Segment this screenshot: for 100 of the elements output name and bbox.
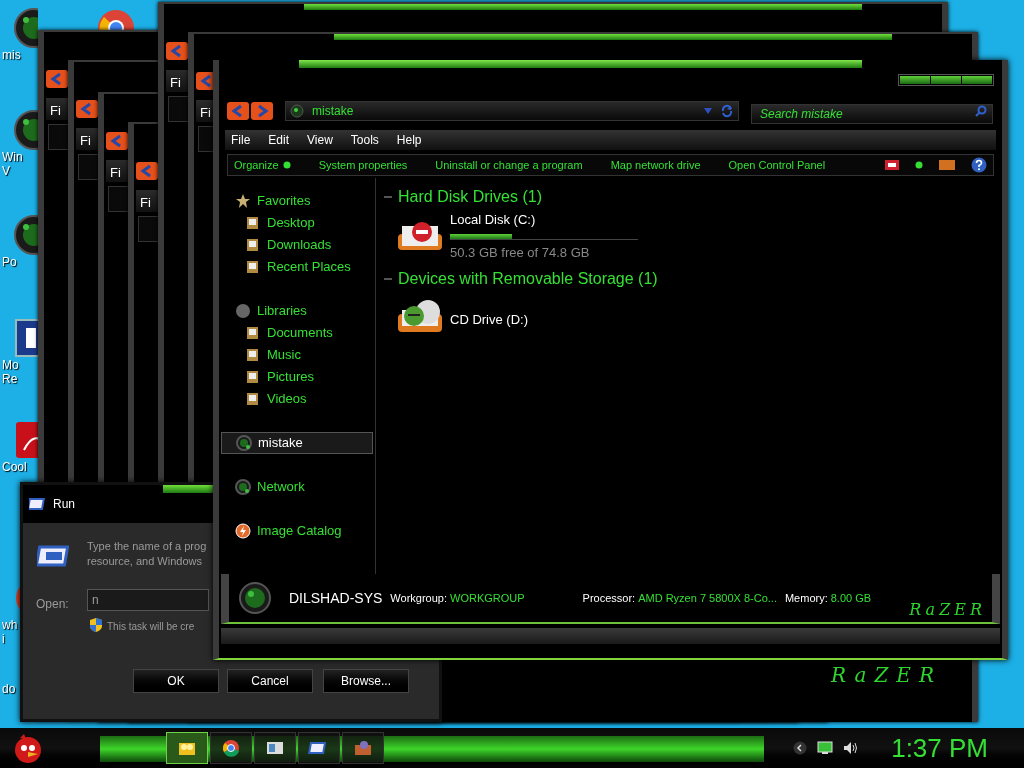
search-field[interactable]: Search mistake <box>751 104 993 124</box>
instruction-text: resource, and Windows <box>87 554 203 569</box>
taskbar-button[interactable] <box>166 732 208 764</box>
sidebar-label: Videos <box>267 390 307 409</box>
sidebar-item[interactable]: Favorites <box>219 190 375 212</box>
search-icon <box>975 105 987 117</box>
free-space-text: 50.3 GB free of 74.8 GB <box>450 243 591 262</box>
group-heading: Devices with Removable Storage (1) <box>398 269 658 289</box>
app-icon <box>220 737 242 759</box>
sidebar-label: Documents <box>267 324 333 343</box>
sidebar-item-icon <box>235 303 251 319</box>
sidebar-label: Downloads <box>267 236 332 255</box>
field-value: 8.00 GB <box>830 590 872 606</box>
menu-item[interactable]: Fi <box>170 75 181 90</box>
toolbar-button[interactable]: System properties <box>318 156 408 174</box>
minimize-button[interactable] <box>900 76 930 84</box>
help-icon <box>971 157 987 173</box>
menu-item[interactable]: Help <box>396 131 422 149</box>
folder-icon <box>245 347 261 363</box>
sidebar-label: Favorites <box>257 192 311 211</box>
toolbar-button[interactable]: Open Control Panel <box>728 156 826 174</box>
sidebar-label: mistake <box>258 434 303 453</box>
menu-item[interactable]: Fi <box>110 165 121 180</box>
folder-icon <box>245 237 261 253</box>
sidebar-item[interactable]: Libraries <box>219 300 375 322</box>
sidebar-item[interactable]: mistake <box>221 432 373 454</box>
sidebar-item-icon <box>236 435 252 451</box>
menu-item[interactable]: Fi <box>200 105 211 120</box>
drive-item[interactable]: CD Drive (D:) <box>384 290 1002 350</box>
taskbar-button[interactable] <box>210 732 252 764</box>
desktop-app-icon <box>14 420 38 460</box>
sidebar-item[interactable]: Recent Places <box>219 256 375 278</box>
sidebar-label: Music <box>267 346 301 365</box>
taskbar-button[interactable] <box>254 732 296 764</box>
drive-name: Local Disk (C:) <box>450 211 537 229</box>
chevron-icon <box>793 741 808 755</box>
folder-icon <box>245 391 261 407</box>
computer-icon <box>239 582 271 614</box>
menu-item[interactable]: Fi <box>50 103 61 118</box>
sidebar-item[interactable]: Videos <box>219 388 375 410</box>
dropdown-icon <box>915 161 923 169</box>
open-field[interactable]: n <box>87 589 209 611</box>
instruction-text: Type the name of a prog <box>87 539 207 554</box>
sidebar-label: Pictures <box>267 368 314 387</box>
sidebar-label: Libraries <box>257 302 307 321</box>
toolbar-button[interactable]: Uninstall or change a program <box>435 156 583 174</box>
menu-item[interactable]: Edit <box>268 131 290 149</box>
toolbar-button[interactable]: Organize <box>234 156 291 174</box>
clock: 1:37 PM <box>891 731 988 765</box>
menu-item[interactable]: Tools <box>350 131 379 149</box>
menu-item[interactable]: File <box>231 131 251 149</box>
sidebar-item-icon <box>235 479 251 495</box>
speaker-icon <box>843 741 860 755</box>
shield-icon <box>89 617 103 633</box>
field-label: Processor: <box>582 590 636 606</box>
close-button[interactable] <box>962 76 992 84</box>
folder-icon <box>245 369 261 385</box>
sidebar-item-icon <box>235 193 251 209</box>
sidebar-item[interactable]: Image Catalog <box>219 520 375 542</box>
folder-icon <box>245 215 261 231</box>
maximize-button[interactable] <box>931 76 961 84</box>
sidebar-item[interactable]: Pictures <box>219 366 375 388</box>
menu-item[interactable]: Fi <box>140 195 151 210</box>
address-bar[interactable]: mistake <box>285 101 739 121</box>
sidebar-item[interactable]: Music <box>219 344 375 366</box>
razer-logo: RaZER <box>909 599 986 621</box>
back-forward-buttons[interactable] <box>227 102 273 120</box>
sidebar-item[interactable]: Documents <box>219 322 375 344</box>
refresh-icon <box>720 104 734 118</box>
dialog-button[interactable]: Cancel <box>227 669 313 693</box>
view-icon <box>885 160 899 170</box>
monitor-icon <box>817 741 834 755</box>
sidebar-label: Desktop <box>267 214 315 233</box>
note-text: This task will be cre <box>107 620 195 634</box>
sidebar-label: Image Catalog <box>257 522 342 541</box>
sidebar-item-icon <box>235 523 251 539</box>
dialog-button[interactable]: OK <box>133 669 219 693</box>
pane-icon <box>939 160 955 170</box>
sidebar-item[interactable]: Desktop <box>219 212 375 234</box>
field-label: Open: <box>36 596 69 613</box>
folder-icon <box>245 325 261 341</box>
field-label: Workgroup: <box>390 590 447 606</box>
sidebar-item[interactable]: Downloads <box>219 234 375 256</box>
arrows-icon <box>227 102 273 120</box>
run-icon <box>29 498 45 510</box>
run-icon <box>37 545 69 567</box>
menu-item[interactable]: Fi <box>80 133 91 148</box>
group-heading: Hard Disk Drives (1) <box>398 187 542 207</box>
toolbar-button[interactable]: Map network drive <box>610 156 701 174</box>
menu-item[interactable]: View <box>307 131 333 149</box>
computer-name: DILSHAD-SYS <box>289 588 383 608</box>
sidebar-item[interactable]: Network <box>219 476 375 498</box>
address-text: mistake <box>312 103 355 120</box>
drive-item[interactable]: Local Disk (C:) 50.3 GB free of 74.8 GB <box>384 208 1002 268</box>
dropdown-arrow-icon <box>704 108 712 114</box>
window-title: Run <box>53 496 75 513</box>
sidebar-label: Recent Places <box>267 258 351 277</box>
dialog-button[interactable]: Browse... <box>323 669 409 693</box>
taskbar-button[interactable] <box>298 732 340 764</box>
folder-icon <box>245 259 261 275</box>
